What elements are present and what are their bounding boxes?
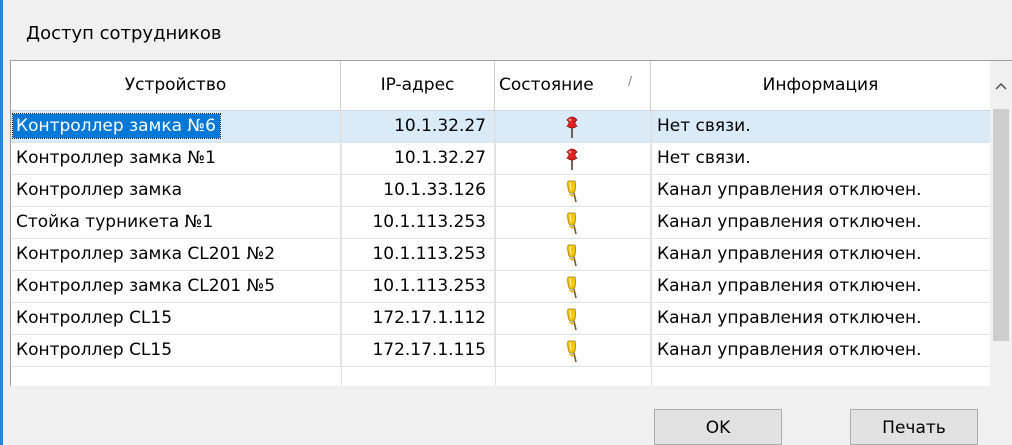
ip-address-cell: 10.1.113.253 xyxy=(341,207,495,238)
ip-address-cell: 10.1.32.27 xyxy=(341,111,495,142)
scroll-up-arrow-icon[interactable] xyxy=(990,61,1012,110)
state-cell xyxy=(495,271,651,302)
table-row[interactable]: Контроллер замка 10.1.33.126 Канал управле… xyxy=(11,175,991,207)
table-row[interactable]: Контроллер CL15 172.17.1.112 Канал управле… xyxy=(11,303,991,335)
device-name: Контроллер замка xyxy=(16,180,183,200)
yellow-pin-icon xyxy=(563,275,581,299)
table-row[interactable]: Контроллер замка №6 10.1.32.27 Нет связи. xyxy=(11,111,991,143)
yellow-pin-icon xyxy=(563,179,581,203)
column-header-state[interactable]: Состояние / xyxy=(495,61,651,110)
info-cell: Нет связи. xyxy=(651,143,991,174)
state-cell xyxy=(495,335,651,366)
device-name: Контроллер замка CL201 №5 xyxy=(16,276,276,296)
vertical-scrollbar[interactable] xyxy=(990,61,1012,386)
column-divider xyxy=(341,111,342,386)
yellow-pin-icon xyxy=(563,307,581,331)
device-cell: Контроллер замка CL201 №2 xyxy=(11,239,341,270)
info-cell: Канал управления отключен. xyxy=(651,239,991,270)
ip-address-cell: 10.1.33.126 xyxy=(341,175,495,206)
state-cell xyxy=(495,207,651,238)
ip-address-cell: 10.1.32.27 xyxy=(341,143,495,174)
state-cell xyxy=(495,111,651,142)
yellow-pin-icon xyxy=(563,243,581,267)
window-title: Доступ сотрудников xyxy=(26,23,222,44)
state-cell xyxy=(495,175,651,206)
device-name: Контроллер замка CL201 №2 xyxy=(16,244,276,264)
device-cell: Контроллер замка xyxy=(11,175,341,206)
table-body: Контроллер замка №6 10.1.32.27 Нет связи. К… xyxy=(11,111,991,367)
sort-indicator-icon: / xyxy=(627,74,632,88)
table-row[interactable]: Контроллер замка CL201 №5 10.1.113.253 Кан… xyxy=(11,271,991,303)
column-header-info[interactable]: Информация xyxy=(651,61,991,110)
info-cell: Канал управления отключен. xyxy=(651,207,991,238)
ip-address-cell: 172.17.1.112 xyxy=(341,303,495,334)
table-row[interactable]: Контроллер замка №1 10.1.32.27 Нет связи. xyxy=(11,143,991,175)
scrollbar-thumb[interactable] xyxy=(993,109,1009,341)
table-header: Устройство IP-адрес Состояние / Информац… xyxy=(11,61,1012,111)
table-row[interactable]: Стойка турникета №1 10.1.113.253 Канал упр… xyxy=(11,207,991,239)
device-name: Контроллер замка №6 xyxy=(12,113,221,139)
state-cell xyxy=(495,143,651,174)
info-cell: Нет связи. xyxy=(651,111,991,142)
window-accent-bar xyxy=(0,0,3,445)
red-pin-icon xyxy=(563,115,581,139)
print-button[interactable]: Печать xyxy=(850,409,978,445)
info-cell: Канал управления отключен. xyxy=(651,271,991,302)
device-name: Контроллер CL15 xyxy=(16,340,173,360)
ok-button[interactable]: OK xyxy=(654,409,782,445)
info-cell: Канал управления отключен. xyxy=(651,335,991,366)
column-header-device[interactable]: Устройство xyxy=(11,61,341,110)
state-cell xyxy=(495,239,651,270)
device-cell: Контроллер замка №1 xyxy=(11,143,341,174)
device-name: Контроллер CL15 xyxy=(16,308,173,328)
device-cell: Контроллер CL15 xyxy=(11,335,341,366)
column-header-ip[interactable]: IP-адрес xyxy=(341,61,495,110)
device-name: Стойка турникета №1 xyxy=(16,212,214,232)
red-pin-icon xyxy=(563,147,581,171)
column-header-state-label: Состояние xyxy=(499,75,594,95)
column-divider xyxy=(651,111,652,386)
info-cell: Канал управления отключен. xyxy=(651,175,991,206)
ip-address-cell: 10.1.113.253 xyxy=(341,239,495,270)
devices-table[interactable]: Устройство IP-адрес Состояние / Информац… xyxy=(10,60,1012,386)
device-cell: Контроллер замка CL201 №5 xyxy=(11,271,341,302)
device-name: Контроллер замка №1 xyxy=(16,148,216,168)
table-row[interactable]: Контроллер замка CL201 №2 10.1.113.253 Кан… xyxy=(11,239,991,271)
yellow-pin-icon xyxy=(563,339,581,363)
device-cell: Контроллер замка №6 xyxy=(11,111,341,142)
info-cell: Канал управления отключен. xyxy=(651,303,991,334)
column-divider xyxy=(495,111,496,386)
table-row[interactable]: Контроллер CL15 172.17.1.115 Канал управле… xyxy=(11,335,991,367)
ip-address-cell: 172.17.1.115 xyxy=(341,335,495,366)
device-cell: Стойка турникета №1 xyxy=(11,207,341,238)
yellow-pin-icon xyxy=(563,211,581,235)
ip-address-cell: 10.1.113.253 xyxy=(341,271,495,302)
device-cell: Контроллер CL15 xyxy=(11,303,341,334)
state-cell xyxy=(495,303,651,334)
